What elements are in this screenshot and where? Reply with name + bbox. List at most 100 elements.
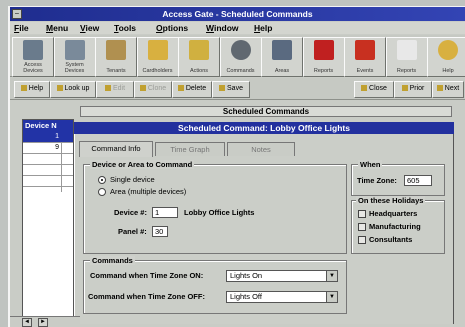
- toolbar-button-4[interactable]: Actions: [178, 37, 220, 77]
- menu-tools[interactable]: Tools: [114, 22, 136, 34]
- off-command-select[interactable]: Lights Off ▼: [226, 291, 338, 303]
- toolbar-button-label: Events: [356, 68, 374, 74]
- toolbar-button-label: Areas: [274, 68, 290, 74]
- prior-button[interactable]: Prior: [394, 81, 432, 98]
- headquarters-label: Headquarters: [369, 209, 418, 218]
- edit-button[interactable]: Edit: [96, 81, 134, 98]
- building-icon: [106, 40, 126, 60]
- toolbar-button-9[interactable]: Reports: [385, 37, 428, 77]
- commands-group-label: Commands: [90, 256, 135, 265]
- toolbar-button-label: Reports: [313, 68, 334, 74]
- toolbar-button-label: Cardholders: [142, 68, 173, 74]
- table-row[interactable]: 1: [23, 132, 73, 143]
- toolbar-button-7[interactable]: Reports: [302, 37, 345, 77]
- edit-icon: [104, 85, 111, 92]
- device-number-cell: 1: [55, 133, 59, 140]
- headquarters-checkbox[interactable]: [358, 210, 366, 218]
- table-row[interactable]: [23, 165, 73, 176]
- bell-icon: [355, 40, 375, 60]
- menu-window[interactable]: Window: [206, 22, 239, 34]
- clock-icon: [230, 40, 251, 60]
- button-label: Prior: [409, 85, 425, 92]
- close-button[interactable]: Close: [354, 81, 394, 98]
- chevron-down-icon[interactable]: ▼: [326, 292, 337, 302]
- table-row[interactable]: 9: [23, 143, 73, 154]
- area-radio[interactable]: [98, 188, 106, 196]
- time-zone-field[interactable]: 605: [404, 175, 432, 186]
- toolbar-button-8[interactable]: Events: [344, 37, 386, 77]
- scheduled-command-dialog: Command Info Time Graph Notes Device or Ar…: [74, 134, 454, 324]
- on-command-value: Lights On: [230, 271, 263, 280]
- computer-icon: [64, 40, 85, 60]
- toolbar-button-1[interactable]: System Devices: [53, 37, 96, 77]
- grid-column-header[interactable]: Device N: [23, 120, 73, 132]
- manufacturing-checkbox[interactable]: [358, 223, 366, 231]
- scheduled-commands-title: Scheduled Commands: [80, 106, 452, 117]
- menu-view[interactable]: View: [80, 22, 99, 34]
- scroll-left-icon[interactable]: ◄: [22, 318, 32, 327]
- device-number-label: Device #:: [114, 208, 147, 217]
- consultants-label: Consultants: [369, 235, 413, 244]
- off-command-label: Command when Time Zone OFF:: [88, 292, 205, 301]
- report-icon: [396, 40, 417, 60]
- toolbar-button-label: Commands: [226, 68, 255, 74]
- device-name-text: Lobby Office Lights: [184, 208, 255, 217]
- toolbar-button-5[interactable]: Commands: [219, 37, 262, 77]
- single-device-radio[interactable]: [98, 176, 106, 184]
- tab-command-info[interactable]: Command Info: [79, 141, 153, 157]
- button-label: Next: [444, 85, 460, 92]
- panel-number-field[interactable]: 30: [152, 226, 168, 237]
- prior-icon: [401, 85, 408, 92]
- alarm-icon: [313, 40, 334, 60]
- time-zone-label: Time Zone:: [357, 176, 397, 185]
- menu-file[interactable]: File: [14, 22, 29, 34]
- menu-help[interactable]: Help: [254, 22, 272, 34]
- help-icon: [20, 85, 27, 92]
- on-command-label: Command when Time Zone ON:: [90, 271, 204, 280]
- main-toolbar: Access Devices System Devices Tenants Cardh…: [10, 35, 465, 77]
- chevron-down-icon[interactable]: ▼: [326, 271, 337, 281]
- toolbar-button-0[interactable]: Access Devices: [12, 37, 54, 77]
- menu-menu[interactable]: Menu: [46, 22, 68, 34]
- commands-group: Commands Command when Time Zone ON: Ligh…: [83, 256, 347, 314]
- button-label: Close: [369, 85, 387, 92]
- toolbar-button-label: Tenants: [106, 68, 126, 74]
- tab-notes[interactable]: Notes: [227, 142, 295, 156]
- clone-button[interactable]: Clone: [134, 81, 172, 98]
- table-row[interactable]: [23, 176, 73, 187]
- scroll-right-icon[interactable]: ►: [38, 318, 48, 327]
- device-group-label: Device or Area to Command: [90, 160, 195, 169]
- table-row[interactable]: [23, 154, 73, 165]
- toolbar-button-6[interactable]: Areas: [261, 37, 303, 77]
- toolbar-button-3[interactable]: Cardholders: [136, 37, 179, 77]
- button-label: Look up: [64, 85, 90, 92]
- save-icon: [219, 85, 226, 92]
- consultants-checkbox[interactable]: [358, 236, 366, 244]
- help-button[interactable]: Help: [14, 81, 50, 98]
- save-button[interactable]: Save: [212, 81, 250, 98]
- toolbar-button-label: Reports: [396, 68, 417, 74]
- device-list-grid[interactable]: Device N 1 9: [22, 119, 74, 324]
- next-icon: [436, 85, 443, 92]
- menu-options[interactable]: Options: [156, 22, 188, 34]
- button-label: Delete: [185, 85, 207, 92]
- person-icon: [189, 40, 209, 60]
- off-command-value: Lights Off: [230, 292, 262, 301]
- next-button[interactable]: Next: [432, 81, 464, 98]
- look-up-button[interactable]: Look up: [50, 81, 96, 98]
- tab-time-graph[interactable]: Time Graph: [155, 142, 225, 156]
- system-menu-icon[interactable]: –: [12, 9, 22, 19]
- window-title: Access Gate - Scheduled Commands: [10, 7, 465, 21]
- toolbar-button-label: Actions: [189, 68, 209, 74]
- device-number-field[interactable]: 1: [152, 207, 178, 218]
- holidays-group: On these Holidays Headquarters Manufactu…: [351, 196, 445, 254]
- panel-number-label: Panel #:: [118, 227, 147, 236]
- close-icon: [361, 85, 368, 92]
- delete-button[interactable]: Delete: [172, 81, 212, 98]
- holidays-group-label: On these Holidays: [356, 196, 426, 205]
- toolbar-button-10[interactable]: Help: [427, 37, 465, 77]
- door-icon: [23, 40, 43, 60]
- horizontal-scrollbar[interactable]: ◄ ►: [10, 316, 80, 327]
- toolbar-button-2[interactable]: Tenants: [95, 37, 137, 77]
- on-command-select[interactable]: Lights On ▼: [226, 270, 338, 282]
